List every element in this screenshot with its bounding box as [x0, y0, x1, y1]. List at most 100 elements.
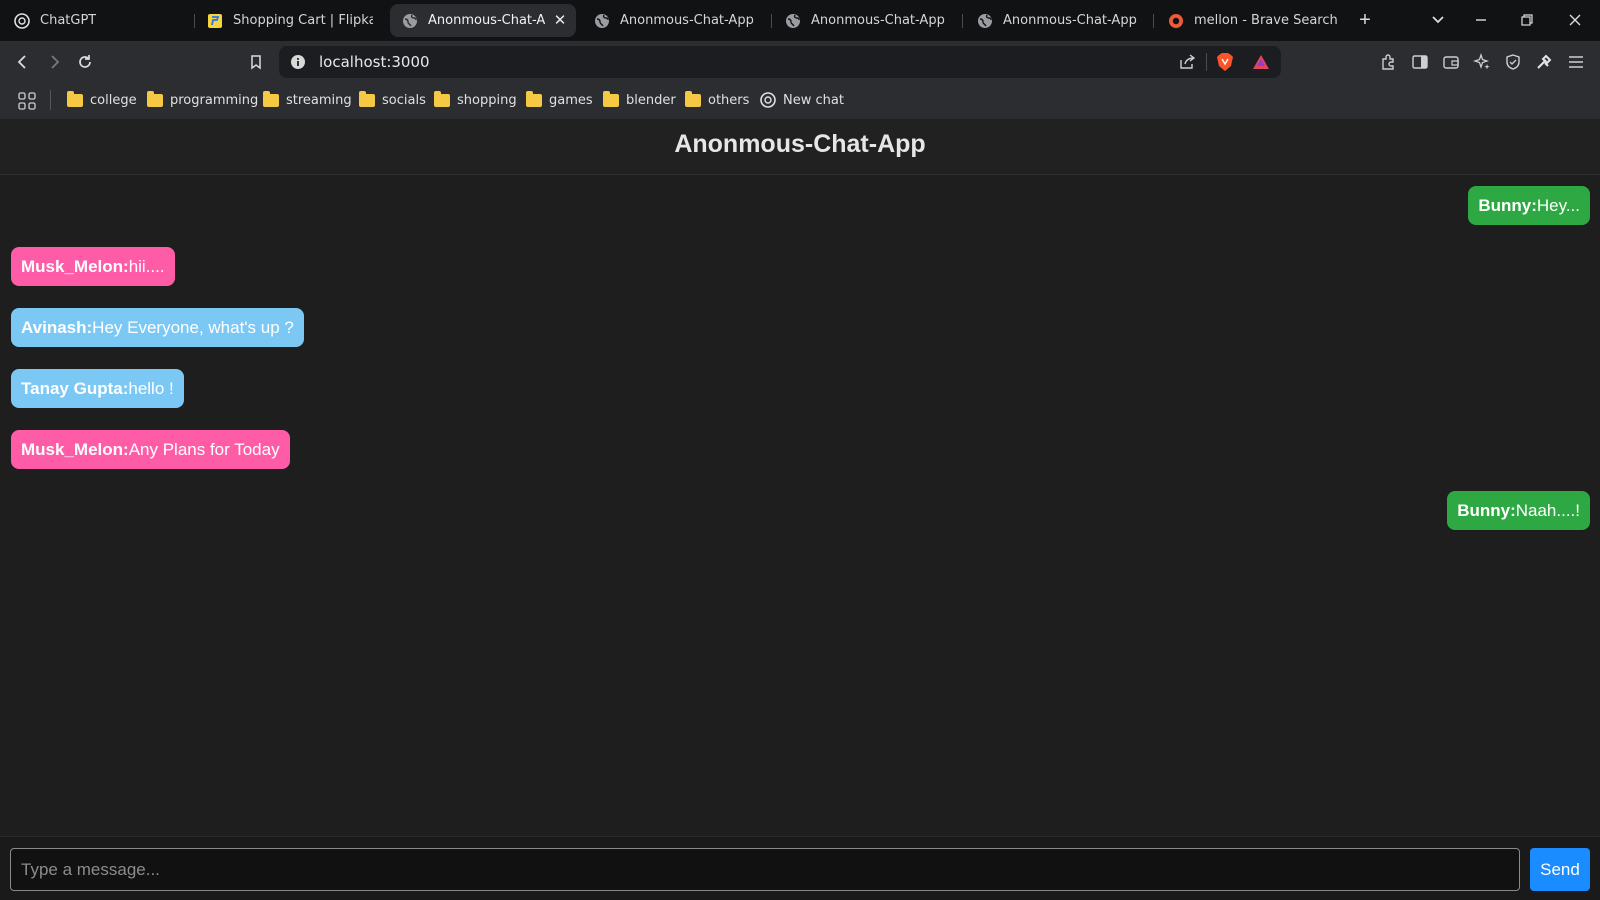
tab-divider: [1153, 14, 1154, 28]
folder-icon: [603, 90, 619, 107]
minimize-window-icon[interactable]: [1469, 8, 1493, 32]
folder-icon: [685, 90, 701, 107]
brave-search-icon: [1168, 13, 1184, 29]
message-list: Bunny:Hey... Musk_Melon:hii.... Avinash:…: [0, 176, 1600, 836]
tab-flipkart[interactable]: Shopping Cart | Flipkart.com: [207, 4, 373, 37]
folder-icon: [147, 90, 163, 107]
send-button[interactable]: Send: [1530, 848, 1590, 891]
tab-anonmous-active[interactable]: Anonmous-Chat-App ✕: [390, 4, 576, 37]
chat-message: Tanay Gupta:hello !: [11, 369, 184, 408]
wallet-icon[interactable]: [1438, 49, 1464, 75]
tab-divider: [194, 14, 195, 28]
globe-icon: [977, 13, 993, 29]
tab-brave-search[interactable]: mellon - Brave Search: [1168, 4, 1338, 37]
message-text: Hey Everyone, what's up ?: [92, 318, 294, 337]
chatgpt-icon: [14, 12, 30, 29]
message-author: Bunny:: [1478, 196, 1537, 215]
leo-ai-icon[interactable]: [1469, 49, 1495, 75]
bookmark-label: streaming: [286, 92, 352, 108]
close-tab-icon[interactable]: ✕: [552, 12, 568, 28]
dev-tools-icon[interactable]: [1531, 49, 1557, 75]
reload-icon[interactable]: [72, 49, 98, 75]
flipkart-icon: [207, 13, 223, 29]
message-composer: Send: [0, 836, 1600, 900]
message-input[interactable]: [10, 848, 1520, 891]
folder-icon: [263, 90, 279, 107]
message-author: Tanay Gupta:: [21, 379, 129, 398]
tab-label: mellon - Brave Search: [1194, 13, 1338, 28]
bookmark-folder-college[interactable]: college: [67, 90, 137, 110]
tab-label: Anonmous-Chat-App: [428, 13, 546, 28]
menu-icon[interactable]: [1563, 49, 1589, 75]
bookmark-label: college: [90, 92, 137, 108]
extensions-icon[interactable]: [1376, 49, 1402, 75]
page-title: Anonmous-Chat-App: [674, 130, 926, 158]
address-bar[interactable]: localhost:3000: [279, 46, 1281, 78]
tab-divider: [962, 14, 963, 28]
brave-rewards-icon[interactable]: [1252, 54, 1270, 75]
forward-icon[interactable]: [41, 49, 67, 75]
tab-divider: [771, 14, 772, 28]
bookmarks-divider: [50, 90, 51, 110]
message-author: Bunny:: [1457, 501, 1516, 520]
tab-search-dropdown-icon[interactable]: [1426, 8, 1450, 32]
divider: [1206, 53, 1207, 71]
back-icon[interactable]: [10, 49, 36, 75]
brave-shields-icon[interactable]: [1216, 52, 1234, 77]
new-tab-button[interactable]: +: [1353, 8, 1377, 32]
apps-grid-icon[interactable]: [18, 91, 36, 111]
bookmark-label: blender: [626, 92, 676, 108]
browser-toolbar: localhost:3000: [0, 41, 1600, 82]
app-header: Anonmous-Chat-App: [0, 119, 1600, 175]
bookmark-label: others: [708, 92, 750, 108]
chat-message: Bunny:Naah....!: [1447, 491, 1590, 530]
folder-icon: [359, 90, 375, 107]
message-text: Any Plans for Today: [128, 440, 280, 459]
address-url: localhost:3000: [319, 53, 430, 71]
tab-label: Anonmous-Chat-App: [1003, 13, 1137, 28]
share-icon[interactable]: [1178, 54, 1196, 75]
bookmark-folder-shopping[interactable]: shopping: [434, 90, 517, 110]
vpn-shield-icon[interactable]: [1500, 49, 1526, 75]
chat-message: Bunny:Hey...: [1468, 186, 1590, 225]
chat-message: Musk_Melon:hii....: [11, 247, 175, 286]
message-author: Musk_Melon:: [21, 440, 129, 459]
chat-message: Avinash:Hey Everyone, what's up ?: [11, 308, 304, 347]
tab-anonmous-2[interactable]: Anonmous-Chat-App: [594, 4, 764, 37]
bookmark-folder-socials[interactable]: socials: [359, 90, 426, 110]
message-author: Musk_Melon:: [21, 257, 129, 276]
bookmark-label: New chat: [783, 92, 844, 108]
folder-icon: [67, 90, 83, 107]
tab-anonmous-4[interactable]: Anonmous-Chat-App: [977, 4, 1147, 37]
bookmark-folder-others[interactable]: others: [685, 90, 749, 110]
globe-icon: [402, 13, 418, 29]
message-text: hii....: [128, 257, 165, 276]
bookmark-label: shopping: [457, 92, 517, 108]
tab-anonmous-3[interactable]: Anonmous-Chat-App: [785, 4, 955, 37]
tab-label: Anonmous-Chat-App: [811, 13, 945, 28]
bookmark-folder-streaming[interactable]: streaming: [263, 90, 352, 110]
bookmark-label: socials: [382, 92, 426, 108]
globe-icon: [594, 13, 610, 29]
site-info-icon[interactable]: [290, 54, 306, 75]
tab-chatgpt[interactable]: ChatGPT: [14, 4, 184, 37]
close-window-icon[interactable]: [1563, 8, 1587, 32]
folder-icon: [434, 90, 450, 107]
message-text: Naah....!: [1515, 501, 1580, 520]
folder-icon: [526, 90, 542, 107]
chat-message: Musk_Melon:Any Plans for Today: [11, 430, 290, 469]
tab-label: Shopping Cart | Flipkart.com: [233, 13, 373, 28]
message-text: Hey...: [1536, 196, 1580, 215]
bookmark-label: games: [549, 92, 593, 108]
bookmark-folder-programming[interactable]: programming: [147, 90, 258, 110]
message-author: Avinash:: [21, 318, 93, 337]
bookmark-icon[interactable]: [243, 49, 269, 75]
restore-window-icon[interactable]: [1515, 8, 1539, 32]
bookmark-folder-games[interactable]: games: [526, 90, 593, 110]
chatgpt-icon: [760, 92, 776, 108]
bookmark-new-chat[interactable]: New chat: [760, 90, 844, 110]
bookmark-folder-blender[interactable]: blender: [603, 90, 676, 110]
bookmarks-bar: college programming streaming socials sh…: [0, 82, 1600, 119]
bookmark-label: programming: [170, 92, 259, 108]
sidebar-toggle-icon[interactable]: [1407, 49, 1433, 75]
